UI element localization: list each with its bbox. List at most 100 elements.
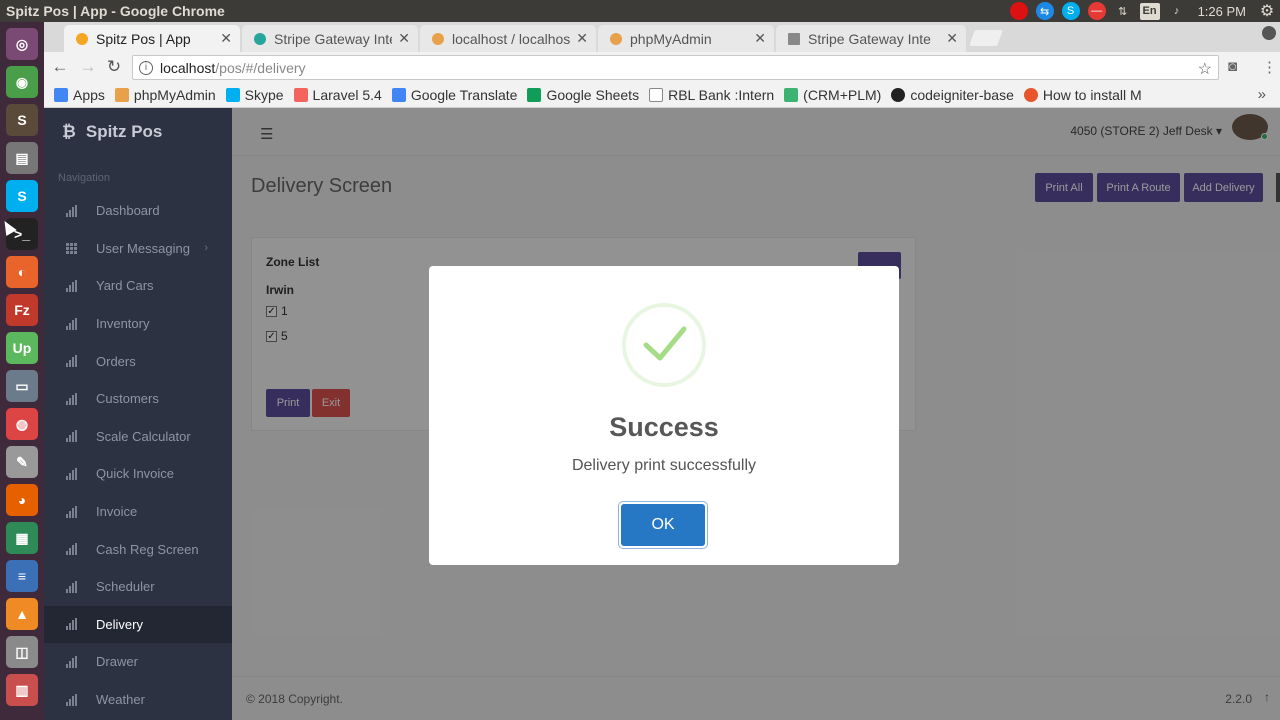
text-editor-launcher-icon[interactable]: ✎ <box>6 446 38 478</box>
clock[interactable]: 1:26 PM <box>1198 4 1246 19</box>
close-tab-icon[interactable]: ✕ <box>946 30 958 47</box>
browser-tab[interactable]: phpMyAdmin ✕ <box>598 25 774 52</box>
bookmark-laravel[interactable]: Laravel 5.4 <box>293 87 382 103</box>
sidebar-item-label: Scheduler <box>96 579 155 595</box>
skype-launcher-icon[interactable]: S <box>6 180 38 212</box>
close-tab-icon[interactable]: ✕ <box>220 30 232 47</box>
sidebar-item-label: Inventory <box>96 316 150 332</box>
sidebar-item-scale-calculator[interactable]: Scale Calculator <box>44 418 232 456</box>
bookmark-crm-plm[interactable]: (CRM+PLM) <box>784 87 881 103</box>
bar-chart-icon <box>66 655 78 668</box>
new-tab-button[interactable] <box>969 30 1003 46</box>
sidebar-item-label: Cash Reg Screen <box>96 541 199 557</box>
sidebar-item-customers[interactable]: Customers <box>44 380 232 418</box>
ok-button[interactable]: OK <box>618 501 708 549</box>
translate-icon <box>391 87 406 102</box>
sidebar-item-label: Dashboard <box>96 203 160 219</box>
close-tab-icon[interactable]: ✕ <box>576 30 588 47</box>
sidebar-item-scheduler[interactable]: Scheduler <box>44 568 232 606</box>
bookmark-skype[interactable]: Skype <box>225 87 284 103</box>
site-info-icon[interactable]: i <box>139 60 153 75</box>
menu-dots-icon[interactable]: ⋮ <box>1262 58 1277 76</box>
bar-chart-icon <box>66 317 78 330</box>
sidebar-item-label: Scale Calculator <box>96 428 191 444</box>
record-indicator-icon[interactable] <box>1009 2 1028 20</box>
sidebar-item-weather[interactable]: Weather <box>44 681 232 719</box>
app-launcher-icon[interactable]: ◍ <box>6 408 38 440</box>
os-top-bar: Spitz Pos | App - Google Chrome ⇆ S — ⇅ … <box>0 0 1280 22</box>
bookmark-how-to-install[interactable]: How to install M <box>1023 87 1142 103</box>
address-bar[interactable]: i localhost /pos/#/delivery ☆ <box>132 55 1219 80</box>
sidebar-item-yard-cars[interactable]: Yard Cars <box>44 267 232 305</box>
bookmark-rbl-bank[interactable]: RBL Bank :Intern <box>649 87 774 103</box>
sidebar-item-label: Delivery <box>96 616 143 632</box>
bookmark-google-sheets[interactable]: Google Sheets <box>527 87 639 103</box>
network-icon[interactable]: ⇅ <box>1114 2 1132 20</box>
brand[interactable]: ₿ Spitz Pos <box>44 108 232 156</box>
vlc-launcher-icon[interactable]: ▲ <box>6 598 38 630</box>
ubuntu-dash-icon[interactable]: ◎ <box>6 28 38 60</box>
dialog-message: Delivery print successfully <box>571 457 757 474</box>
bar-chart-icon <box>66 430 78 443</box>
system-tray: ⇆ S — ⇅ En ♪ 1:26 PM ⚙ <box>1009 0 1280 22</box>
sidebar-item-label: Customers <box>96 391 159 407</box>
profile-icon[interactable] <box>1262 26 1276 40</box>
sidebar-item-dashboard[interactable]: Dashboard <box>44 192 232 230</box>
sidebar-item-label: Weather <box>96 692 145 708</box>
sidebar-item-inventory[interactable]: Inventory <box>44 305 232 343</box>
bar-chart-icon <box>66 618 78 631</box>
bar-chart-icon <box>66 279 78 292</box>
tab-favicon-icon <box>610 32 622 45</box>
chrome-launcher-icon[interactable]: ◉ <box>6 66 38 98</box>
bookmark-star-icon[interactable]: ☆ <box>1198 59 1212 79</box>
settings-gear-icon[interactable]: ⚙ <box>1258 2 1276 20</box>
files-launcher-icon[interactable]: ▤ <box>6 142 38 174</box>
do-not-disturb-icon[interactable]: — <box>1087 2 1106 20</box>
browser-tab[interactable]: Spitz Pos | App ✕ <box>64 25 240 52</box>
camera-icon[interactable]: ◙ <box>1228 58 1237 75</box>
sheets-icon <box>527 87 542 102</box>
forward-arrow-icon[interactable]: → <box>78 57 98 77</box>
sidebar-item-quick-invoice[interactable]: Quick Invoice <box>44 455 232 493</box>
browser-tab[interactable]: Stripe Gateway Inte ✕ <box>776 25 966 52</box>
postman-launcher-icon[interactable]: ◐ <box>6 256 38 288</box>
filezilla-launcher-icon[interactable]: Fz <box>6 294 38 326</box>
sidebar-item-delivery[interactable]: Delivery <box>44 605 232 644</box>
sidebar-item-label: Drawer <box>96 654 138 670</box>
skype-tray-icon[interactable]: S <box>1061 2 1080 20</box>
bookmark-apps[interactable]: Apps <box>54 87 105 103</box>
reload-icon[interactable]: ↻ <box>104 57 124 77</box>
github-icon <box>891 87 906 102</box>
teamviewer-icon[interactable]: ⇆ <box>1035 2 1054 20</box>
document-viewer-launcher-icon[interactable]: ▥ <box>6 674 38 706</box>
upwork-launcher-icon[interactable]: Up <box>6 332 38 364</box>
close-tab-icon[interactable]: ✕ <box>398 30 410 47</box>
bookmark-phpmyadmin[interactable]: phpMyAdmin <box>114 87 216 103</box>
browser-tab[interactable]: Stripe Gateway Inte ✕ <box>242 25 418 52</box>
sidebar-item-user-messaging[interactable]: User Messaging › <box>44 230 232 268</box>
sidebar-item-cash-reg-screen[interactable]: Cash Reg Screen <box>44 530 232 568</box>
sidebar-item-invoice[interactable]: Invoice <box>44 493 232 531</box>
firefox-launcher-icon[interactable]: ◕ <box>6 484 38 516</box>
browser-tab[interactable]: localhost / localhos ✕ <box>420 25 596 52</box>
chevron-right-icon: › <box>204 242 208 255</box>
sublime-launcher-icon[interactable]: S <box>6 104 38 136</box>
more-bookmarks-icon[interactable]: » <box>1258 86 1266 103</box>
close-tab-icon[interactable]: ✕ <box>754 30 766 47</box>
writer-launcher-icon[interactable]: ≡ <box>6 560 38 592</box>
back-arrow-icon[interactable]: ← <box>50 57 70 77</box>
phpmyadmin-icon <box>114 87 129 102</box>
remote-desktop-launcher-icon[interactable]: ▭ <box>6 370 38 402</box>
bar-chart-icon <box>66 505 78 518</box>
bar-chart-icon <box>66 204 78 217</box>
tab-favicon-icon <box>254 32 266 45</box>
bookmark-google-translate[interactable]: Google Translate <box>391 87 517 103</box>
sidebar-item-orders[interactable]: Orders <box>44 342 232 380</box>
spreadsheet-launcher-icon[interactable]: ▦ <box>6 522 38 554</box>
keyboard-layout-indicator[interactable]: En <box>1139 2 1160 20</box>
volume-icon[interactable]: ♪ <box>1168 2 1186 20</box>
screenshot-launcher-icon[interactable]: ◫ <box>6 636 38 668</box>
dialog-title: Success <box>609 412 719 442</box>
sidebar-item-drawer[interactable]: Drawer <box>44 643 232 681</box>
bookmark-codeigniter[interactable]: codeigniter-base <box>891 87 1014 103</box>
